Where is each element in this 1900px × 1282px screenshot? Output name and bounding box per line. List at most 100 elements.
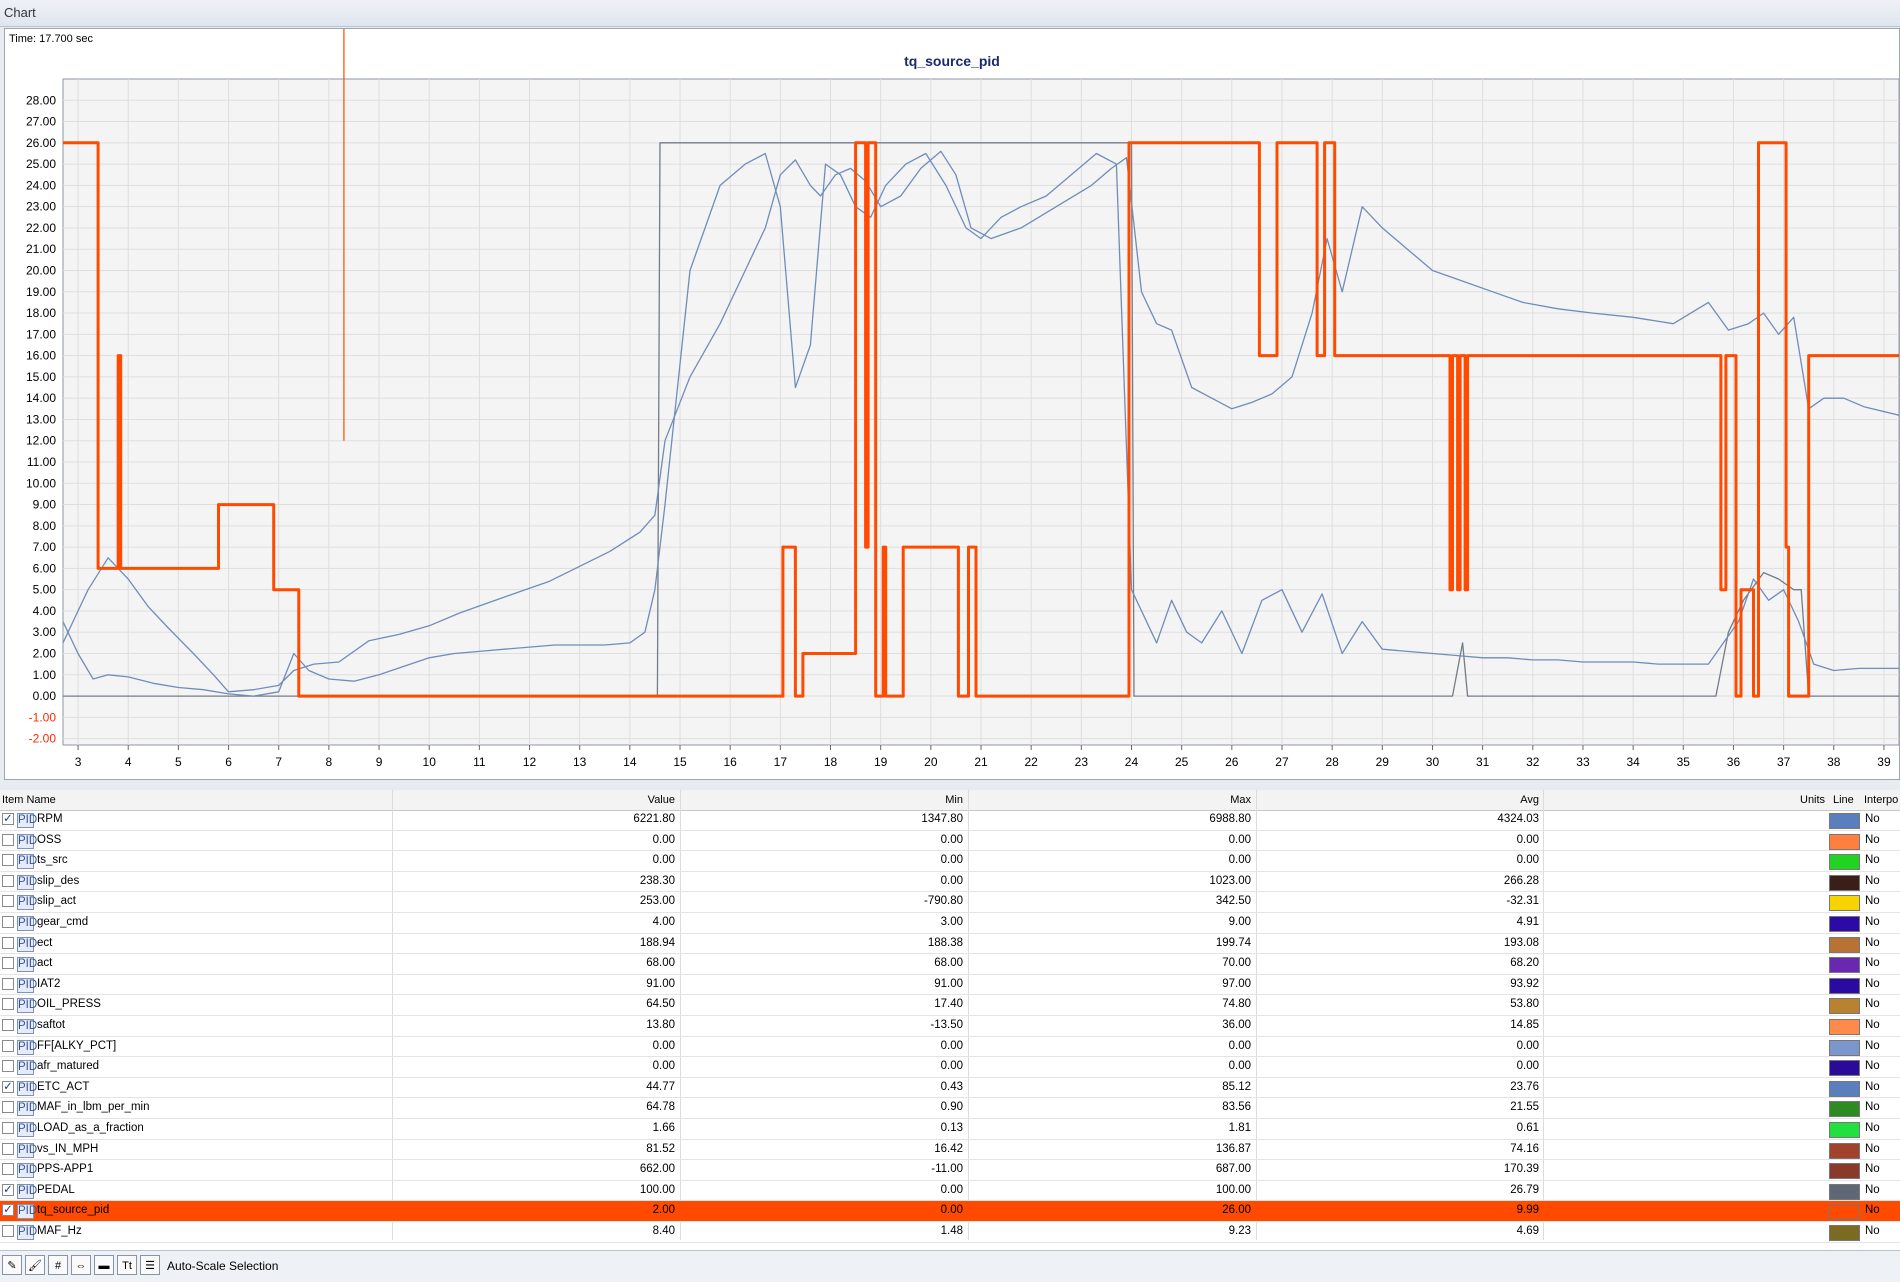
row-checkbox[interactable]: ✓: [2, 1183, 14, 1196]
table-row[interactable]: PID slip_act 253.00 -790.80 342.50 -32.31 No: [0, 892, 1900, 913]
row-interp[interactable]: No: [1865, 854, 1880, 866]
line-color-swatch[interactable]: [1829, 1039, 1860, 1056]
row-interp[interactable]: No: [1865, 916, 1880, 928]
row-checkbox[interactable]: [2, 957, 14, 970]
table-row[interactable]: ✓ PID RPM 6221.80 1347.80 6988.80 4324.03 No: [0, 810, 1900, 831]
line-color-swatch[interactable]: [1829, 1101, 1860, 1118]
line-color-swatch[interactable]: [1829, 1060, 1860, 1077]
table-row[interactable]: PID act 68.00 68.00 70.00 68.20 No: [0, 954, 1900, 975]
row-interp[interactable]: No: [1865, 1040, 1880, 1052]
row-interp[interactable]: No: [1865, 1101, 1880, 1113]
data-grid[interactable]: Item Name Value Min Max Avg Units Line I…: [0, 790, 1900, 1250]
row-checkbox[interactable]: [2, 998, 14, 1011]
row-interp[interactable]: No: [1865, 1081, 1880, 1093]
line-color-swatch[interactable]: [1829, 895, 1860, 912]
row-interp[interactable]: No: [1865, 1163, 1880, 1175]
line-color-swatch[interactable]: [1829, 998, 1860, 1015]
row-interp[interactable]: No: [1865, 1204, 1880, 1216]
table-row[interactable]: PID saftot 13.80 -13.50 36.00 14.85 No: [0, 1016, 1900, 1037]
row-checkbox[interactable]: [2, 1142, 14, 1155]
header-min[interactable]: Min: [945, 794, 963, 806]
table-row[interactable]: PID gear_cmd 4.00 3.00 9.00 4.91 No: [0, 913, 1900, 934]
table-row[interactable]: PID PPS-APP1 662.00 -11.00 687.00 170.39 No: [0, 1160, 1900, 1181]
row-interp[interactable]: No: [1865, 1184, 1880, 1196]
row-checkbox[interactable]: ✓: [2, 1204, 14, 1217]
row-checkbox[interactable]: [2, 874, 14, 887]
bar-icon[interactable]: ▬: [94, 1255, 114, 1275]
row-interp[interactable]: No: [1865, 1019, 1880, 1031]
line-color-swatch[interactable]: [1829, 1204, 1860, 1221]
header-interp[interactable]: Interpo: [1864, 794, 1898, 806]
table-row[interactable]: PID slip_des 238.30 0.00 1023.00 266.28 No: [0, 872, 1900, 893]
row-interp[interactable]: No: [1865, 957, 1880, 969]
header-units[interactable]: Units: [1800, 794, 1825, 806]
line-color-swatch[interactable]: [1829, 1163, 1860, 1180]
line-color-swatch[interactable]: [1829, 1080, 1860, 1097]
line-color-swatch[interactable]: [1829, 957, 1860, 974]
row-checkbox[interactable]: [2, 1101, 14, 1114]
table-row[interactable]: PID FF[ALKY_PCT] 0.00 0.00 0.00 0.00 No: [0, 1037, 1900, 1058]
line-color-swatch[interactable]: [1829, 874, 1860, 891]
header-item-name[interactable]: Item Name: [2, 794, 56, 806]
row-interp[interactable]: No: [1865, 1143, 1880, 1155]
line-color-swatch[interactable]: [1829, 1183, 1860, 1200]
scale-icon[interactable]: ⇔: [71, 1255, 91, 1275]
line-color-swatch[interactable]: [1829, 813, 1860, 829]
row-interp[interactable]: No: [1865, 1060, 1880, 1072]
row-interp[interactable]: No: [1865, 937, 1880, 949]
row-checkbox[interactable]: [2, 977, 14, 990]
row-checkbox[interactable]: [2, 854, 14, 867]
text-icon[interactable]: Tt: [117, 1255, 137, 1275]
brush-icon[interactable]: 🖌: [25, 1255, 45, 1275]
row-interp[interactable]: No: [1865, 813, 1880, 825]
row-checkbox[interactable]: [2, 1060, 14, 1073]
row-checkbox[interactable]: [2, 895, 14, 908]
row-interp[interactable]: No: [1865, 895, 1880, 907]
row-interp[interactable]: No: [1865, 998, 1880, 1010]
table-row[interactable]: PID OIL_PRESS 64.50 17.40 74.80 53.80 No: [0, 995, 1900, 1016]
autoscale-label[interactable]: Auto-Scale Selection: [167, 1259, 278, 1273]
row-interp[interactable]: No: [1865, 1122, 1880, 1134]
row-checkbox[interactable]: [2, 833, 14, 846]
line-color-swatch[interactable]: [1829, 1142, 1860, 1159]
row-checkbox[interactable]: [2, 1122, 14, 1134]
hash-icon[interactable]: #: [48, 1255, 68, 1275]
line-color-swatch[interactable]: [1829, 833, 1860, 850]
table-row[interactable]: PID ts_src 0.00 0.00 0.00 0.00 No: [0, 851, 1900, 872]
row-checkbox[interactable]: [2, 936, 14, 949]
header-avg[interactable]: Avg: [1520, 794, 1539, 806]
row-checkbox[interactable]: [2, 1163, 14, 1176]
table-row[interactable]: ✓ PID tq_source_pid 2.00 0.00 26.00 9.99 No: [0, 1201, 1900, 1222]
row-checkbox[interactable]: [2, 1019, 14, 1031]
line-color-swatch[interactable]: [1829, 854, 1860, 871]
row-interp[interactable]: No: [1865, 978, 1880, 990]
row-checkbox[interactable]: ✓: [2, 1080, 14, 1093]
row-checkbox[interactable]: [2, 1225, 14, 1237]
header-line[interactable]: Line: [1833, 794, 1854, 806]
line-color-swatch[interactable]: [1829, 977, 1860, 994]
row-checkbox[interactable]: [2, 1039, 14, 1052]
table-row[interactable]: PID vs_IN_MPH 81.52 16.42 136.87 74.16 No: [0, 1140, 1900, 1161]
table-row[interactable]: PID IAT2 91.00 91.00 97.00 93.92 No: [0, 975, 1900, 996]
table-row[interactable]: ✓ PID PEDAL 100.00 0.00 100.00 26.79 No: [0, 1181, 1900, 1202]
table-row[interactable]: PID LOAD_as_a_fraction 1.66 0.13 1.81 0.61 No: [0, 1119, 1900, 1140]
table-row[interactable]: PID OSS 0.00 0.00 0.00 0.00 No: [0, 831, 1900, 852]
header-value[interactable]: Value: [648, 794, 675, 806]
pencil-icon[interactable]: ✎: [2, 1255, 22, 1275]
chart-panel[interactable]: 28.00 27.00 26.00 25.00 24.00 23.00 22.00 21.00…: [4, 28, 1900, 780]
table-row[interactable]: PID ect 188.94 188.38 199.74 193.08 No: [0, 934, 1900, 955]
table-row[interactable]: PID MAF_Hz 8.40 1.48 9.23 4.69 No: [0, 1222, 1900, 1243]
line-chart[interactable]: 28.00 27.00 26.00 25.00 24.00 23.00 22.00 21.00…: [5, 29, 1899, 779]
row-interp[interactable]: No: [1865, 1225, 1880, 1237]
table-row[interactable]: PID afr_matured 0.00 0.00 0.00 0.00 No: [0, 1057, 1900, 1078]
line-color-swatch[interactable]: [1829, 1019, 1860, 1035]
row-interp[interactable]: No: [1865, 834, 1880, 846]
list-icon[interactable]: ☰: [140, 1255, 160, 1275]
line-color-swatch[interactable]: [1829, 936, 1860, 953]
line-color-swatch[interactable]: [1829, 1225, 1860, 1241]
table-row[interactable]: ✓ PID ETC_ACT 44.77 0.43 85.12 23.76 No: [0, 1078, 1900, 1099]
line-color-swatch[interactable]: [1829, 916, 1860, 932]
header-max[interactable]: Max: [1230, 794, 1251, 806]
table-row[interactable]: PID MAF_in_lbm_per_min 64.78 0.90 83.56 21.55…: [0, 1098, 1900, 1119]
row-checkbox[interactable]: [2, 916, 14, 928]
